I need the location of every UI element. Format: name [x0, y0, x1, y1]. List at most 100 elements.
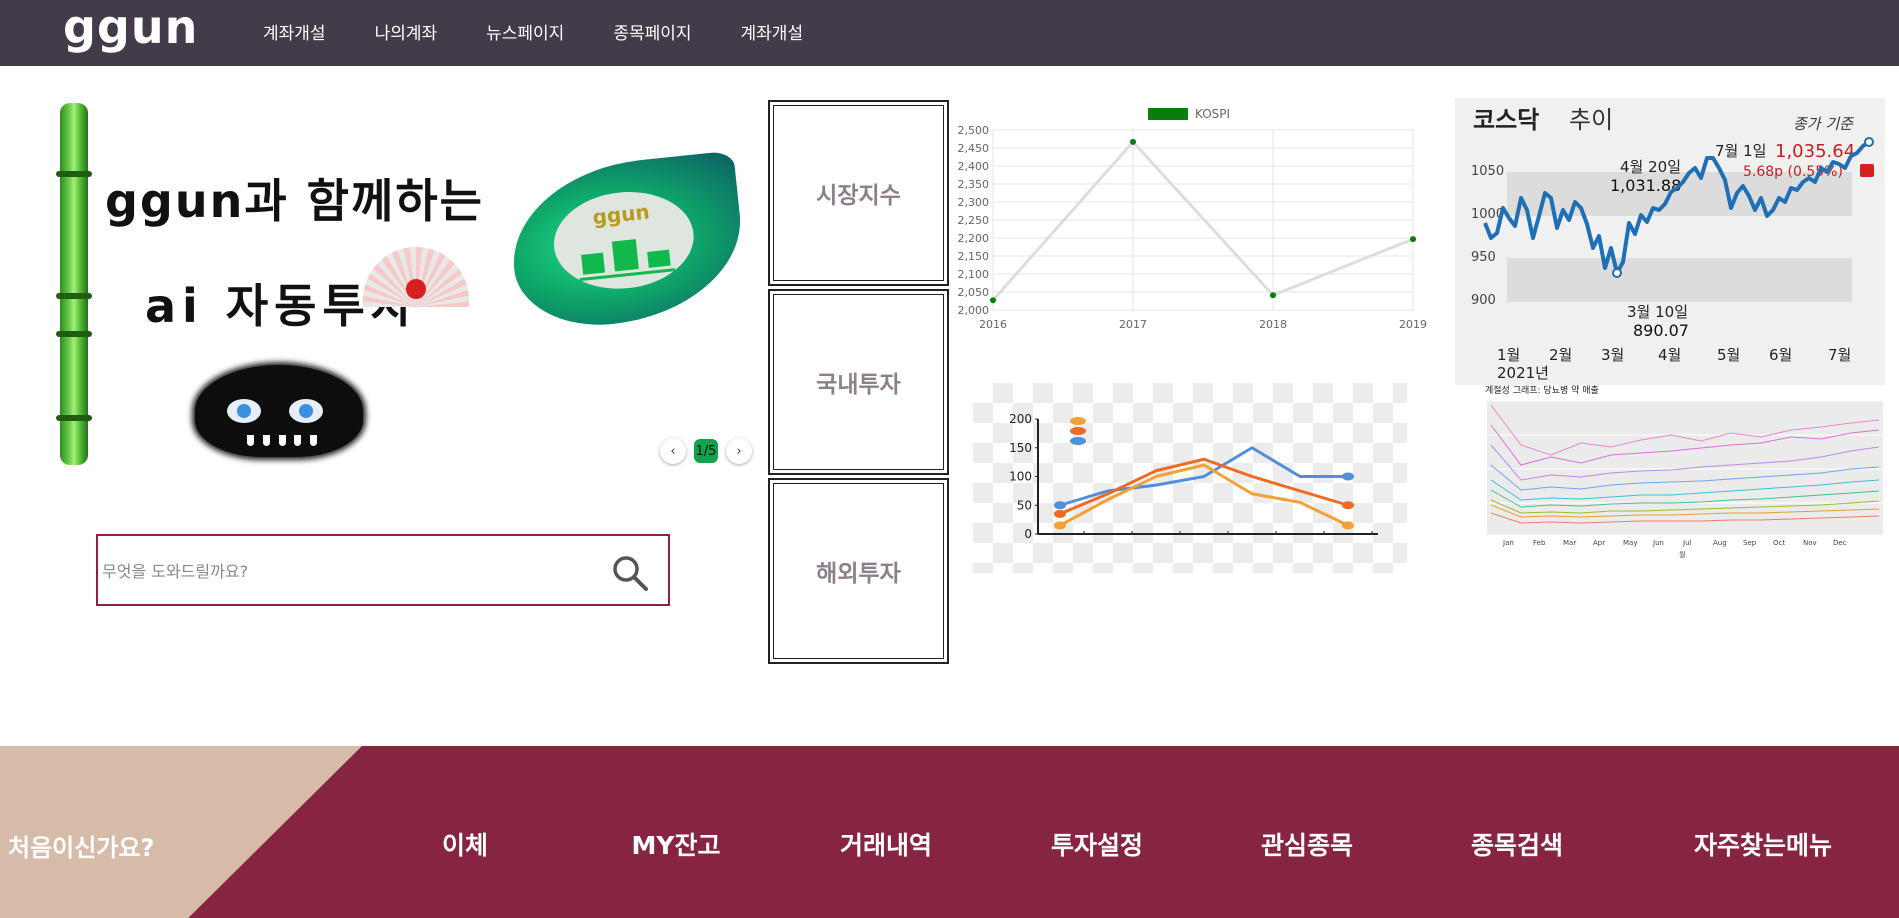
seasonality-xtick: Sep: [1743, 539, 1757, 547]
banner-pager: ‹ 1/5 ›: [660, 438, 752, 464]
kosdaq-ytick: 900: [1471, 293, 1496, 308]
x-tick-label: 2017: [1119, 318, 1147, 331]
legend-marker: [1070, 437, 1086, 445]
seasonality-xtick: Oct: [1773, 539, 1785, 547]
y-tick-label: 150: [1009, 441, 1032, 455]
kosdaq-low-value: 890.07: [1633, 321, 1689, 340]
search-icon[interactable]: [610, 553, 650, 593]
nav-item-stocks[interactable]: 종목페이지: [613, 19, 691, 44]
seasonality-xtick: Apr: [1593, 539, 1605, 547]
ggun-leaf-logo: ggun: [504, 150, 750, 334]
mascot-creature: [195, 365, 363, 457]
kosdaq-chart-svg: 코스닥 추이 종가 기준 7월 1일 1,035.64 5.68p (0.55%…: [1471, 106, 1874, 382]
y-tick-label: 2,500: [958, 124, 990, 137]
kosdaq-xtick: 4월: [1658, 346, 1681, 364]
sample-chart-svg: 200 150 100 50 0: [1009, 412, 1378, 541]
y-tick-label: 2,200: [958, 232, 990, 245]
seasonality-xtick: May: [1623, 539, 1637, 547]
kospi-chart-svg: KOSPI 2,500 2,450 2,400 2,350 2,300 2,250 2,200…: [958, 107, 1428, 331]
seasonality-xtick: Jan: [1502, 539, 1514, 547]
bar-chart-icon: [575, 227, 676, 282]
y-tick-label: 200: [1009, 412, 1032, 426]
quick-menu-watchlist[interactable]: 관심종목: [1261, 826, 1353, 862]
search-box: [96, 534, 670, 606]
y-tick-label: 2,100: [958, 268, 990, 281]
slide-indicator: 1/5: [694, 439, 718, 463]
kosdaq-high-label: 4월 20일: [1620, 158, 1681, 176]
prev-slide-button[interactable]: ‹: [660, 438, 686, 464]
seasonality-xlabel: 월: [1679, 550, 1685, 559]
y-tick-label: 0: [1024, 527, 1032, 541]
banner-headline: ggun과 함께하는: [105, 174, 484, 228]
kosdaq-xtick: 7월: [1828, 346, 1851, 364]
next-slide-button[interactable]: ›: [726, 438, 752, 464]
quick-menu-my-balance[interactable]: MY잔고: [632, 826, 721, 862]
bamboo-graphic: [56, 103, 92, 465]
quick-menu-stock-search[interactable]: 종목검색: [1471, 826, 1563, 862]
kosdaq-xtick: 1월: [1497, 346, 1520, 364]
y-tick-label: 100: [1009, 470, 1032, 484]
kosdaq-title-rest: 추이: [1569, 106, 1613, 134]
seasonality-xtick: Mar: [1563, 539, 1576, 547]
quick-menu-band: 처음이신가요? 이체 MY잔고 거래내역 투자설정 관심종목 종목검색 자주찾는…: [0, 746, 1899, 918]
series-end-point: [1342, 501, 1354, 510]
y-tick-label: 2,250: [958, 214, 990, 227]
site-logo[interactable]: ggun: [63, 0, 198, 60]
seasonality-xtick: Dec: [1833, 539, 1847, 547]
series-end-point: [1342, 472, 1354, 481]
kospi-line-chart: KOSPI 2,500 2,450 2,400 2,350 2,300 2,250 2,200…: [943, 98, 1433, 340]
y-tick-label: 2,300: [958, 196, 990, 209]
series-start-point: [1054, 521, 1066, 530]
category-market-index[interactable]: 시장지수: [768, 100, 949, 286]
quick-menu-transfer[interactable]: 이체: [442, 826, 488, 862]
y-tick-label: 2,350: [958, 178, 990, 191]
seasonality-xtick: Feb: [1533, 539, 1546, 547]
kosdaq-ytick: 950: [1471, 250, 1496, 265]
seasonality-xtick: Jul: [1682, 539, 1692, 547]
x-tick-label: 2016: [979, 318, 1007, 331]
kosdaq-latest-value: 1,035.64: [1775, 141, 1855, 162]
category-domestic-investment[interactable]: 국내투자: [768, 289, 949, 475]
first-time-link[interactable]: 처음이신가요?: [8, 828, 154, 863]
fan-icon: [363, 247, 469, 307]
category-overseas-investment[interactable]: 해외투자: [768, 478, 949, 664]
y-tick-label: 2,150: [958, 250, 990, 263]
nav-item-open-account[interactable]: 계좌개설: [263, 19, 326, 44]
quick-menu-investment-settings[interactable]: 투자설정: [1051, 826, 1143, 862]
series-end-point: [1342, 521, 1354, 530]
main-nav: 계좌개설 나의계좌 뉴스페이지 종목페이지 계좌개설: [263, 0, 852, 62]
legend-label: KOSPI: [1195, 107, 1230, 121]
seasonality-xtick: Jun: [1652, 539, 1664, 547]
sample-line-chart: 200 150 100 50 0: [973, 383, 1407, 573]
legend-swatch: [1148, 108, 1188, 120]
kosdaq-year: 2021년: [1497, 364, 1549, 382]
seasonality-xtick: Nov: [1803, 539, 1817, 547]
kosdaq-ytick: 1050: [1471, 164, 1504, 179]
kosdaq-low-label: 3월 10일: [1627, 303, 1688, 321]
nav-item-my-account[interactable]: 나의계좌: [375, 19, 438, 44]
nav-item-news[interactable]: 뉴스페이지: [486, 19, 564, 44]
seasonality-title: 계절성 그래프: 당뇨병 약 매출: [1485, 385, 1599, 396]
y-tick-label: 2,050: [958, 286, 990, 299]
kospi-point: [1270, 292, 1276, 299]
seasonality-chart-svg: 계절성 그래프: 당뇨병 약 매출 Jan Feb Mar Apr May Ju…: [1485, 384, 1883, 559]
quick-menu-favorites[interactable]: 자주찾는메뉴: [1694, 826, 1832, 862]
legend-marker: [1070, 417, 1086, 425]
nav-item-open-account-2[interactable]: 계좌개설: [741, 19, 804, 44]
kosdaq-xtick: 6월: [1769, 346, 1792, 364]
kosdaq-trend-chart: 코스닥 추이 종가 기준 7월 1일 1,035.64 5.68p (0.55%…: [1455, 98, 1885, 385]
kosdaq-basis: 종가 기준: [1793, 115, 1854, 133]
x-tick-label: 2018: [1259, 318, 1287, 331]
seasonality-chart: 계절성 그래프: 당뇨병 약 매출 Jan Feb Mar Apr May Ju…: [1451, 384, 1887, 565]
kosdaq-latest-date: 7월 1일: [1715, 142, 1766, 160]
y-tick-label: 2,000: [958, 304, 990, 317]
kospi-point: [1410, 236, 1416, 243]
top-nav-bar: ggun 계좌개설 나의계좌 뉴스페이지 종목페이지 계좌개설: [0, 0, 1899, 66]
quick-menu-transactions[interactable]: 거래내역: [840, 826, 932, 862]
x-tick-label: 2019: [1399, 318, 1427, 331]
y-tick-label: 50: [1017, 498, 1032, 512]
y-tick-label: 2,450: [958, 142, 990, 155]
kosdaq-xtick: 3월: [1601, 346, 1624, 364]
legend-marker: [1070, 427, 1086, 435]
search-input[interactable]: [100, 538, 584, 604]
